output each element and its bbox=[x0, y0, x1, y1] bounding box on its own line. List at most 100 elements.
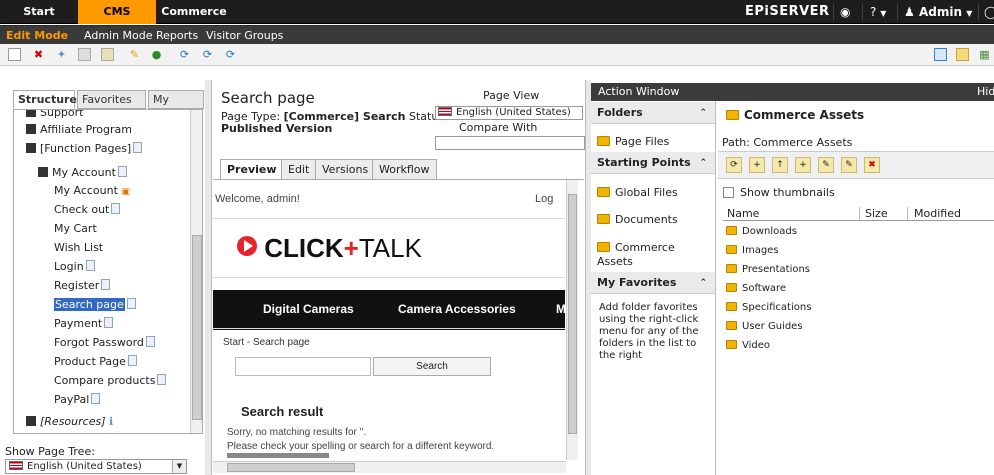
tree-node[interactable]: Compare products bbox=[54, 374, 167, 388]
layout-icon[interactable] bbox=[934, 48, 947, 61]
tree-scrollbar[interactable] bbox=[190, 110, 202, 433]
file-row[interactable]: Video bbox=[726, 339, 770, 353]
file-row[interactable]: Software bbox=[726, 282, 786, 296]
nav-camera-accessories[interactable]: Camera Accessories bbox=[398, 302, 516, 316]
tree-node[interactable]: My Account ▣ bbox=[54, 184, 130, 199]
column-modified[interactable]: Modified bbox=[914, 207, 961, 220]
delete-icon[interactable]: ✖ bbox=[864, 157, 880, 173]
tree-node[interactable]: Product Page bbox=[54, 355, 137, 369]
my-favorites-header[interactable]: My Favorites ⌃ bbox=[591, 272, 715, 294]
eye-icon[interactable]: ◉ bbox=[840, 0, 850, 24]
new-folder-icon[interactable]: + bbox=[749, 157, 765, 173]
help-menu[interactable]: ? ▼ bbox=[870, 0, 886, 24]
tree-node[interactable]: My Cart bbox=[54, 222, 97, 236]
tab-favorites[interactable]: Favorites bbox=[77, 90, 146, 109]
starting-points-header[interactable]: Starting Points ⌃ bbox=[591, 152, 715, 174]
edit-mode-link[interactable]: Edit Mode bbox=[6, 26, 68, 45]
file-icon[interactable] bbox=[956, 48, 969, 61]
documents-label: Documents bbox=[615, 213, 678, 226]
hide-link[interactable]: Hid bbox=[977, 83, 994, 101]
language-dropdown[interactable]: English (United States) bbox=[435, 106, 583, 120]
column-size[interactable]: Size bbox=[865, 207, 888, 220]
rename-icon[interactable]: ✎ bbox=[841, 157, 857, 173]
tab-structure[interactable]: Structure bbox=[13, 90, 77, 109]
page-icon bbox=[111, 203, 121, 214]
edit-icon[interactable]: ✎ bbox=[818, 157, 834, 173]
refresh-icon[interactable]: ⟳ bbox=[201, 48, 214, 61]
tree-node[interactable]: Affiliate Program bbox=[26, 123, 132, 137]
tab-my-tasks[interactable]: My Tasks bbox=[148, 90, 204, 124]
show-thumbnails-checkbox[interactable] bbox=[723, 187, 734, 198]
tree-node[interactable]: Support bbox=[26, 110, 83, 120]
paste-icon[interactable] bbox=[101, 48, 114, 61]
tree-node[interactable]: [Function Pages] bbox=[26, 142, 143, 156]
tree-node-label: [Function Pages] bbox=[40, 142, 132, 155]
file-row[interactable]: Specifications bbox=[726, 301, 811, 315]
delete-icon[interactable]: ✖ bbox=[32, 48, 45, 61]
file-row[interactable]: Downloads bbox=[726, 225, 797, 239]
grid-icon[interactable]: ▦ bbox=[978, 48, 991, 61]
refresh-icon[interactable]: ⟳ bbox=[178, 48, 191, 61]
documents-item[interactable]: Documents bbox=[597, 213, 678, 226]
search-result-title: Search result bbox=[241, 404, 324, 419]
tab-versions[interactable]: Versions bbox=[315, 159, 376, 180]
hint-text: Please check your spelling or search for… bbox=[227, 441, 495, 452]
edit-icon[interactable]: ✎ bbox=[128, 48, 141, 61]
tree-node[interactable]: Register bbox=[54, 279, 111, 293]
group-icon[interactable]: ● bbox=[150, 48, 163, 61]
collapse-icon: ⌃ bbox=[699, 278, 707, 288]
nav-more[interactable]: M bbox=[556, 302, 565, 316]
tree-node[interactable]: Check out bbox=[54, 203, 121, 217]
user-menu[interactable]: ♟ Admin ▼ bbox=[904, 0, 972, 24]
tab-start[interactable]: Start bbox=[0, 0, 78, 24]
tree-node[interactable]: [Resources] ℹ bbox=[26, 415, 113, 429]
copy-icon[interactable] bbox=[78, 48, 91, 61]
click-talk-logo[interactable]: CLICK+TALK bbox=[237, 233, 422, 264]
search-button[interactable]: Search bbox=[373, 357, 491, 376]
nav-digital-cameras[interactable]: Digital Cameras bbox=[263, 302, 354, 316]
file-row[interactable]: Images bbox=[726, 244, 779, 258]
file-row[interactable]: Presentations bbox=[726, 263, 810, 277]
admin-mode-link[interactable]: Admin Mode bbox=[84, 26, 153, 45]
settings-icon[interactable]: ◯ bbox=[984, 0, 994, 24]
tree-node[interactable]: Forgot Password bbox=[54, 336, 155, 350]
scroll-thumb[interactable] bbox=[227, 463, 355, 472]
visitor-groups-link[interactable]: Visitor Groups bbox=[206, 26, 283, 45]
tree-node[interactable]: PayPal bbox=[54, 393, 101, 407]
commerce-assets-item[interactable]: Commerce Assets bbox=[593, 241, 713, 269]
scroll-thumb[interactable] bbox=[568, 194, 577, 434]
tree-node[interactable]: Login bbox=[54, 260, 95, 274]
tree-node[interactable]: Wish List bbox=[54, 241, 103, 255]
move-icon[interactable]: ✦ bbox=[55, 48, 68, 61]
logo-talk: TALK bbox=[358, 233, 422, 263]
refresh-icon[interactable]: ⟳ bbox=[726, 157, 742, 173]
global-files-item[interactable]: Global Files bbox=[597, 186, 678, 199]
new-page-icon[interactable] bbox=[8, 48, 21, 61]
upload-icon[interactable]: ↑ bbox=[772, 157, 788, 173]
log-link[interactable]: Log bbox=[535, 193, 553, 205]
search-input[interactable] bbox=[235, 357, 371, 376]
language-select[interactable]: English (United States) ▼ bbox=[5, 459, 187, 474]
tab-cms[interactable]: CMS bbox=[78, 0, 156, 24]
tab-workflow[interactable]: Workflow bbox=[372, 159, 437, 180]
tree-node[interactable]: Payment bbox=[54, 317, 114, 331]
refresh-icon[interactable]: ⟳ bbox=[224, 48, 237, 61]
tab-preview[interactable]: Preview bbox=[220, 159, 284, 180]
page-files-item[interactable]: Page Files bbox=[597, 135, 669, 148]
column-name[interactable]: Name bbox=[727, 207, 759, 220]
page-icon bbox=[157, 374, 167, 385]
file-row[interactable]: User Guides bbox=[726, 320, 803, 334]
compare-with-select[interactable] bbox=[435, 136, 585, 150]
collapse-icon: ⌃ bbox=[699, 108, 707, 118]
folders-header[interactable]: Folders ⌃ bbox=[591, 102, 715, 124]
tree-node[interactable]: My Account bbox=[38, 166, 127, 180]
tab-edit[interactable]: Edit bbox=[281, 159, 317, 180]
preview-scrollbar[interactable] bbox=[566, 180, 578, 460]
add-file-icon[interactable]: + bbox=[795, 157, 811, 173]
reports-link[interactable]: Reports bbox=[156, 26, 198, 45]
preview-hscrollbar[interactable] bbox=[213, 461, 566, 473]
scroll-thumb[interactable] bbox=[192, 235, 202, 420]
global-files-label: Global Files bbox=[615, 186, 678, 199]
tree-node-selected[interactable]: Search page bbox=[54, 298, 136, 312]
tab-commerce[interactable]: Commerce bbox=[158, 0, 230, 24]
